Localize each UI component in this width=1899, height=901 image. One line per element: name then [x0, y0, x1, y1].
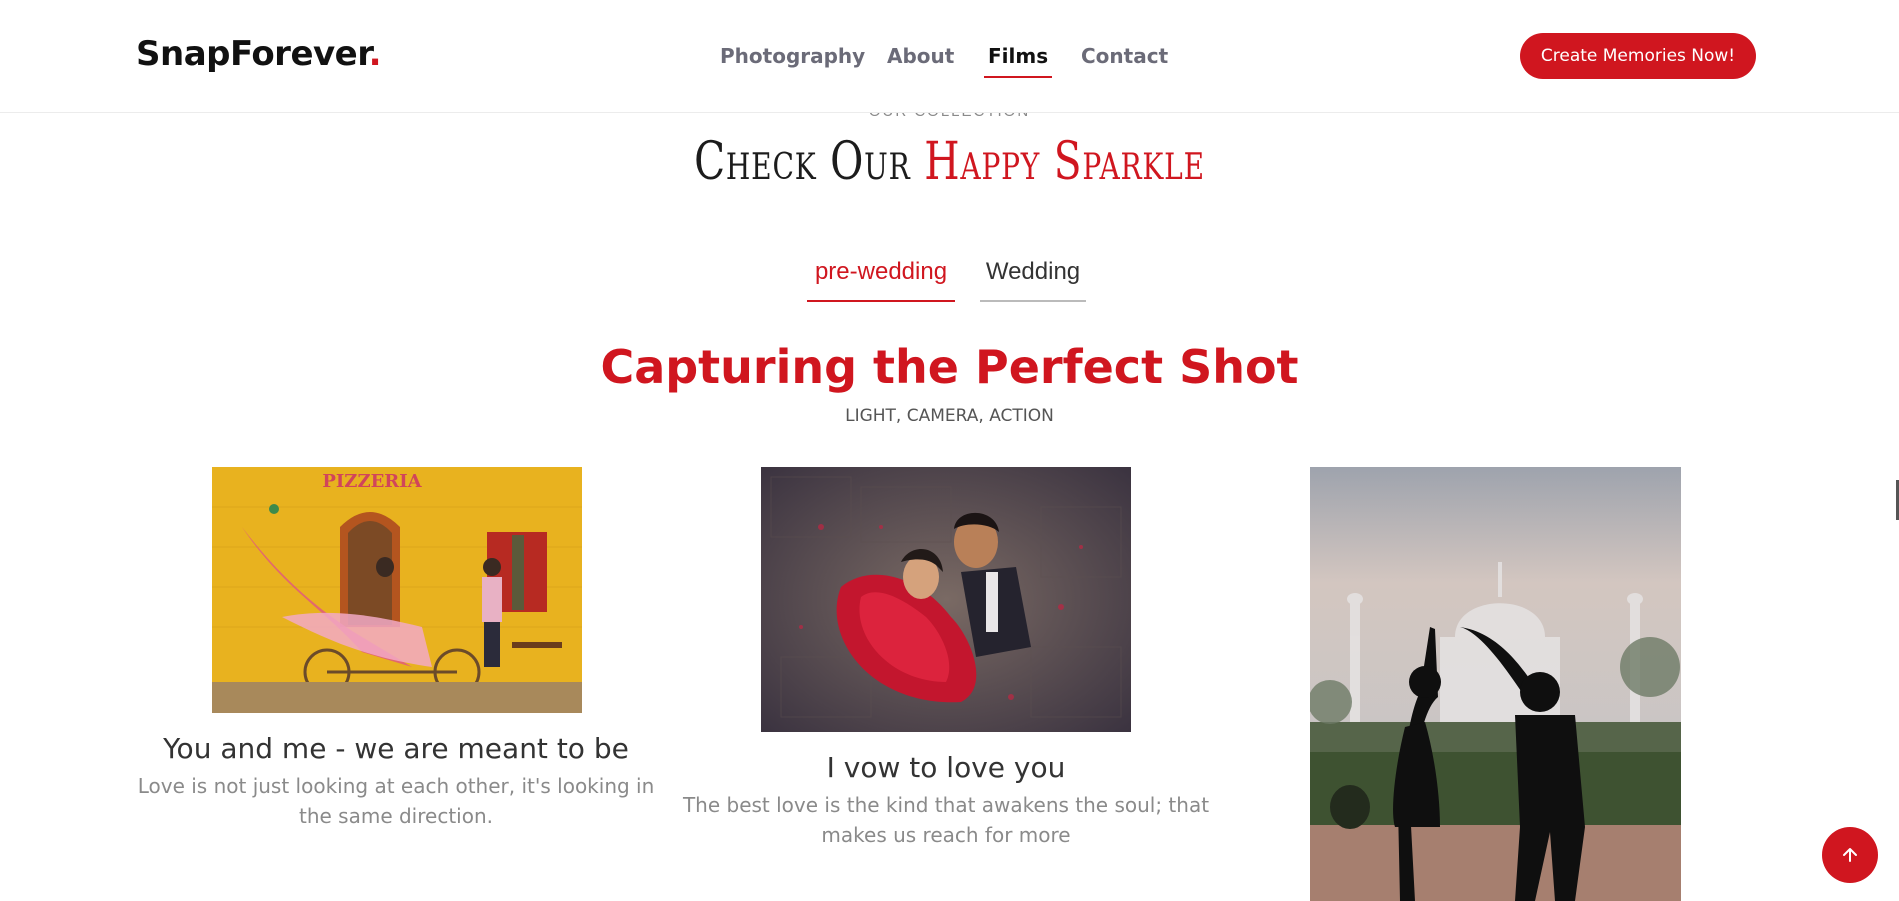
nav-contact[interactable]: Contact [1081, 44, 1168, 68]
card-description: The best love is the kind that awakens t… [682, 793, 1210, 847]
gallery-heading: Capturing the Perfect Shot [600, 340, 1299, 394]
logo-dot: . [368, 34, 382, 74]
card-image-red-dress-couple[interactable] [761, 467, 1131, 732]
gallery-subheading: LIGHT, CAMERA, ACTION [845, 406, 1054, 426]
section-title-plain: Check Our [694, 132, 925, 192]
create-memories-button[interactable]: Create Memories Now! [1520, 33, 1756, 79]
red-dress-photo [761, 467, 1131, 732]
back-to-top-button[interactable] [1822, 827, 1878, 883]
card-image-pizzeria-couple[interactable]: PIZZERIA [212, 467, 582, 713]
card-title: You and me - we are meant to be [163, 732, 629, 765]
tab-pre-wedding[interactable]: pre-wedding [807, 258, 955, 302]
section-title: Check Our Happy Sparkle [209, 132, 1690, 192]
nav-photography[interactable]: Photography [720, 44, 865, 68]
section-title-accent: Happy Sparkle [924, 132, 1205, 192]
logo[interactable]: SnapForever. [136, 34, 382, 74]
arrow-up-icon [1843, 848, 1857, 862]
card-title: I vow to love you [826, 751, 1066, 784]
pizzeria-photo: PIZZERIA [212, 467, 582, 713]
card-description: Love is not just looking at each other, … [137, 774, 655, 828]
tab-wedding[interactable]: Wedding [980, 258, 1086, 302]
nav-films[interactable]: Films [983, 44, 1053, 78]
pizzeria-sign: PIZZERIA [322, 471, 422, 492]
card-image-taj-mahal-silhouette[interactable] [1310, 467, 1681, 901]
taj-mahal-photo [1310, 467, 1681, 901]
site-header: SnapForever. Photography About Films Con… [0, 0, 1899, 113]
nav-about[interactable]: About [887, 44, 954, 68]
logo-text: SnapForever [136, 34, 369, 74]
